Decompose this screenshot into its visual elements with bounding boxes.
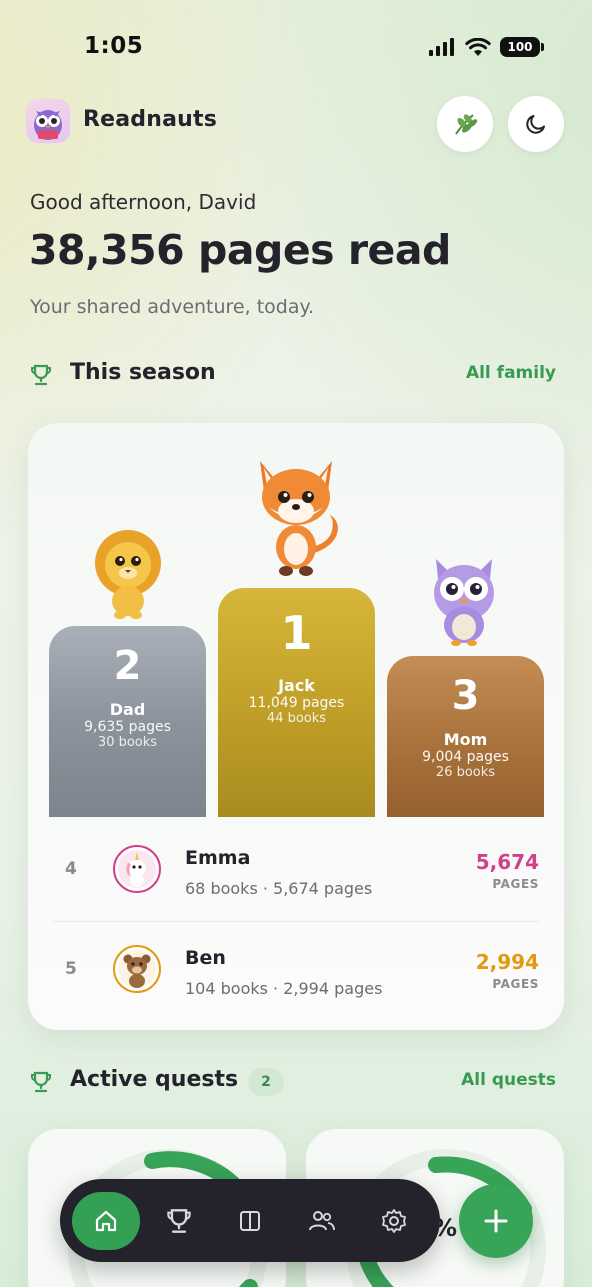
wifi-icon [465,37,491,56]
book-icon [240,1211,260,1231]
leaderboard-row-ben[interactable]: 5 Ben 104 books · 2,994 pages 2,994 PAGE… [53,921,539,1021]
row-rank: 4 [65,859,77,879]
podium-rank: 2 [113,643,142,689]
trophy-icon [31,1071,51,1093]
row-pages: 2,994 [475,950,539,974]
app-name: Readnauts [83,107,218,132]
greeting-subtitle: Your shared adventure, today. [30,296,315,318]
row-pages-unit: PAGES [492,977,539,991]
signal-icon [429,38,454,56]
podium-first-place[interactable]: 1 Jack 11,049 pages 44 books [218,588,375,817]
podium-books: 44 books [266,711,327,726]
podium-pages: 9,004 pages [422,749,509,765]
home-icon [95,1210,117,1232]
status-time: 1:05 [84,33,144,59]
owl-avatar-icon [434,559,494,646]
family-icon [309,1211,335,1231]
podium-books: 30 books [97,735,158,750]
podium-name: Mom [443,730,488,749]
quest-count-badge: 2 [248,1068,284,1096]
all-family-link[interactable]: All family [466,363,556,383]
season-leaderboard-card: 2 Dad 9,635 pages 30 books 1 Jack 11,049… [28,423,564,1030]
podium-books: 26 books [435,765,496,780]
pages-read-headline: 38,356 pages read [29,226,451,274]
row-name: Ben [185,947,226,969]
theme-nature-button[interactable] [437,96,493,152]
dark-mode-button[interactable] [508,96,564,152]
podium-name: Dad [109,700,146,719]
battery-icon: 100 [500,37,544,57]
row-meta: 68 books · 5,674 pages [185,879,373,898]
nav-leaderboard[interactable] [150,1192,208,1250]
season-section-header: This season All family [30,358,556,392]
podium-pages: 9,635 pages [84,719,171,735]
gear-icon [382,1209,406,1233]
nav-family[interactable] [293,1192,351,1250]
status-bar: 1:05 100 [0,0,592,80]
owl-logo-icon [34,110,62,140]
battery-level: 100 [507,40,533,54]
leaderboard-row-emma[interactable]: 4 Emma 68 books · 5,674 pages 5,674 PAGE… [53,821,539,921]
quests-title: Active quests [70,1067,239,1092]
row-pages-unit: PAGES [492,877,539,891]
add-button[interactable] [459,1184,533,1258]
season-title: This season [70,360,216,385]
trophy-icon [31,364,51,386]
row-rank: 5 [65,959,77,979]
quests-section-header: Active quests 2 All quests [30,1065,556,1099]
nav-library[interactable] [221,1192,279,1250]
leaf-icon [455,114,478,135]
bottom-nav [60,1179,440,1262]
app-logo [26,99,70,143]
podium-pages: 11,049 pages [248,695,345,711]
nav-home[interactable] [72,1192,140,1250]
podium-rank: 3 [451,673,480,719]
fox-avatar-icon [260,461,338,576]
row-name: Emma [185,847,251,869]
status-icons: 100 [428,37,544,57]
lion-avatar-icon [95,530,161,619]
bear-avatar-icon [113,945,161,993]
podium-name: Jack [278,676,315,695]
nav-settings[interactable] [365,1192,423,1250]
plus-icon [484,1209,508,1233]
podium-third-place[interactable]: 3 Mom 9,004 pages 26 books [387,656,544,817]
unicorn-avatar-icon [113,845,161,893]
greeting-text: Good afternoon, David [30,190,257,214]
trophy-icon [167,1209,191,1233]
podium-rank: 1 [280,606,313,660]
row-meta: 104 books · 2,994 pages [185,979,383,998]
row-pages: 5,674 [475,850,539,874]
moon-icon [526,115,545,134]
all-quests-link[interactable]: All quests [461,1070,556,1090]
podium-second-place[interactable]: 2 Dad 9,635 pages 30 books [49,626,206,817]
app-header: Readnauts [26,96,566,152]
